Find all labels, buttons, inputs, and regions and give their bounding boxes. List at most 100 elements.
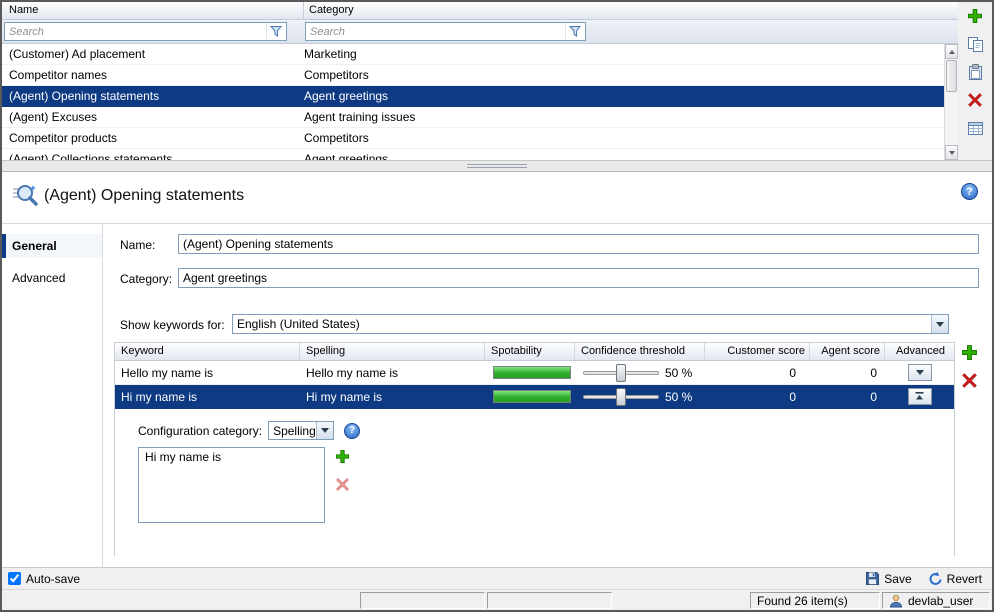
advanced-cell — [885, 388, 954, 405]
column-header-name[interactable]: Name — [2, 2, 304, 19]
name-search-input[interactable] — [5, 26, 266, 38]
chevron-down-icon[interactable] — [931, 315, 948, 333]
summary-grid-button[interactable] — [965, 118, 985, 138]
configuration-category-select[interactable]: Spellings — [268, 421, 334, 440]
list-row[interactable]: (Agent) Excuses Agent training issues — [2, 107, 944, 128]
col-advanced[interactable]: Advanced — [885, 343, 954, 360]
col-spelling[interactable]: Spelling — [300, 343, 485, 360]
scroll-down-button[interactable] — [945, 145, 958, 160]
autosave-toggle[interactable]: Auto-save — [8, 572, 80, 586]
status-bar: Found 26 item(s) devlab_user — [2, 589, 992, 610]
advanced-expand-button[interactable] — [908, 364, 932, 381]
delete-keyword-button[interactable] — [961, 372, 979, 390]
auto-save-checkbox[interactable] — [8, 572, 21, 585]
save-disk-icon — [865, 571, 880, 586]
spelling-listbox[interactable]: Hi my name is — [138, 447, 325, 523]
col-spotability[interactable]: Spotability — [485, 343, 575, 360]
row-category: Marketing — [299, 47, 944, 61]
autosave-bar: Auto-save Save Revert — [2, 567, 992, 589]
plus-icon — [335, 449, 350, 464]
detail-panel: (Agent) Opening statements ? General Adv… — [2, 172, 992, 567]
filter-icon[interactable] — [565, 23, 585, 40]
add-keyword-button[interactable] — [961, 344, 979, 362]
copy-button[interactable] — [965, 34, 985, 54]
advanced-collapse-button[interactable] — [908, 388, 932, 405]
agent-score-cell: 0 — [810, 390, 885, 404]
col-agent-score[interactable]: Agent score — [810, 343, 885, 360]
row-name: (Agent) Opening statements — [2, 89, 299, 103]
confidence-slider[interactable] — [583, 364, 659, 382]
column-header-category[interactable]: Category — [304, 2, 958, 19]
col-keyword[interactable]: Keyword — [115, 343, 300, 360]
spelling-cell: Hi my name is — [300, 390, 485, 404]
filter-icon[interactable] — [266, 23, 286, 40]
scrollbar-thumb[interactable] — [946, 60, 957, 92]
category-search-input[interactable] — [306, 26, 565, 38]
row-category: Agent greetings — [299, 152, 944, 160]
revert-button[interactable]: Revert — [928, 571, 982, 586]
col-customer-score[interactable]: Customer score — [705, 343, 810, 360]
save-button[interactable]: Save — [865, 571, 911, 586]
splitter-grip-icon — [467, 164, 527, 168]
help-icon[interactable]: ? — [961, 183, 978, 200]
keyword-set-icon — [10, 182, 38, 210]
search-row — [2, 20, 958, 44]
list-row[interactable]: Competitor products Competitors — [2, 128, 944, 149]
spotability-bar — [493, 390, 571, 403]
language-value: English (United States) — [233, 317, 931, 331]
help-glyph: ? — [966, 186, 973, 198]
keyword-table: Keyword Spelling Spotability Confidence … — [114, 342, 955, 556]
user-icon — [889, 594, 903, 608]
slider-thumb[interactable] — [616, 388, 626, 406]
spotability-bar — [493, 366, 571, 379]
keyword-row[interactable]: Hello my name is Hello my name is 50 % 0… — [115, 361, 954, 385]
help-icon[interactable]: ? — [344, 423, 360, 439]
name-search-box — [4, 22, 287, 41]
delete-spelling-button[interactable] — [335, 477, 351, 493]
list-row[interactable]: (Agent) Collections statements Agent gre… — [2, 149, 944, 160]
username-text: devlab_user — [908, 594, 973, 608]
list-scrollbar[interactable] — [944, 44, 958, 160]
tab-general[interactable]: General — [2, 234, 102, 258]
paste-button[interactable] — [965, 62, 985, 82]
configuration-category-value: Spellings — [269, 424, 316, 438]
add-spelling-button[interactable] — [335, 449, 351, 465]
list-toolbar — [958, 2, 992, 160]
save-actions: Save Revert — [865, 571, 982, 586]
detail-nav: General Advanced — [2, 224, 103, 567]
keyword-list: (Customer) Ad placement Marketing Compet… — [2, 44, 944, 160]
add-keyword-set-button[interactable] — [965, 6, 985, 26]
save-label: Save — [884, 572, 911, 586]
category-field[interactable] — [178, 268, 979, 288]
list-row-selected[interactable]: (Agent) Opening statements Agent greetin… — [2, 86, 944, 107]
confidence-cell: 50 % — [575, 364, 705, 382]
help-glyph: ? — [349, 425, 355, 436]
confidence-value: 50 % — [665, 366, 692, 380]
keyword-cell: Hi my name is — [115, 390, 300, 404]
tab-advanced[interactable]: Advanced — [2, 266, 102, 290]
chevron-down-icon — [916, 370, 924, 375]
arrow-up-icon — [949, 50, 955, 54]
found-items-text: Found 26 item(s) — [757, 594, 848, 608]
delete-keyword-set-button[interactable] — [965, 90, 985, 110]
name-field[interactable] — [178, 234, 979, 254]
slider-thumb[interactable] — [616, 364, 626, 382]
keyword-row-selected[interactable]: Hi my name is Hi my name is 50 % 0 0 — [115, 385, 954, 409]
language-select[interactable]: English (United States) — [232, 314, 949, 334]
found-items-status: Found 26 item(s) — [750, 592, 880, 609]
list-column-headers: Name Category — [2, 2, 958, 20]
col-confidence[interactable]: Confidence threshold — [575, 343, 705, 360]
row-category: Agent training issues — [299, 110, 944, 124]
splitter-handle[interactable] — [2, 160, 992, 172]
chevron-down-icon[interactable] — [316, 422, 333, 439]
scroll-up-button[interactable] — [945, 44, 958, 59]
customer-score-cell: 0 — [705, 366, 810, 380]
list-row[interactable]: Competitor names Competitors — [2, 65, 944, 86]
confidence-cell: 50 % — [575, 388, 705, 406]
list-row[interactable]: (Customer) Ad placement Marketing — [2, 44, 944, 65]
spotability-cell — [485, 366, 575, 379]
customer-score-cell: 0 — [705, 390, 810, 404]
keyword-cell: Hello my name is — [115, 366, 300, 380]
spelling-item[interactable]: Hi my name is — [139, 448, 324, 466]
confidence-slider[interactable] — [583, 388, 659, 406]
